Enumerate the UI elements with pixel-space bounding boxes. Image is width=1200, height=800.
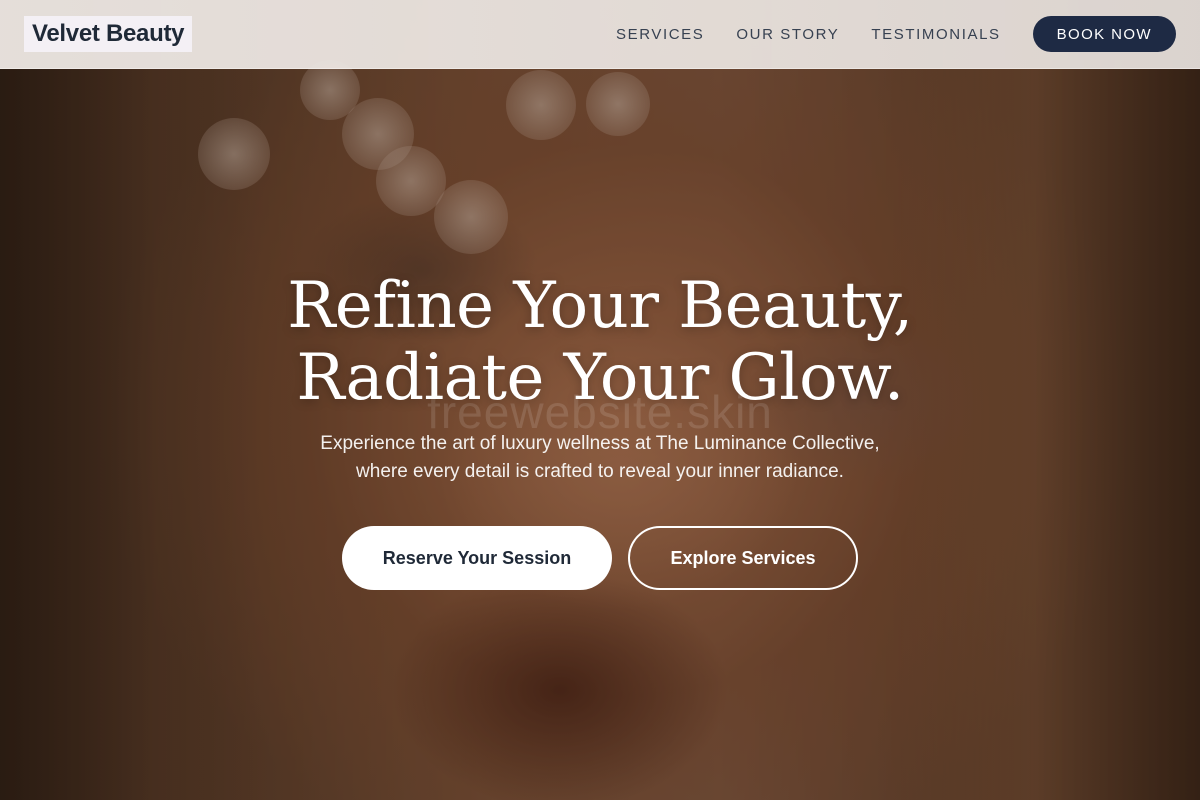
hero-headline-line-2: Radiate Your Glow. bbox=[296, 341, 904, 415]
nav-link-our-story[interactable]: OUR STORY bbox=[736, 26, 839, 43]
brand-logo[interactable]: Velvet Beauty bbox=[24, 16, 193, 52]
reserve-session-button[interactable]: Reserve Your Session bbox=[342, 526, 612, 590]
book-now-button[interactable]: BOOK NOW bbox=[1032, 16, 1176, 52]
hero-subtext-line-2: where every detail is crafted to reveal … bbox=[356, 461, 844, 482]
landing-page: freewebsite.skin Velvet Beauty SERVICES … bbox=[0, 0, 1200, 800]
hero-cta-row: Reserve Your Session Explore Services bbox=[0, 526, 1200, 590]
nav-link-testimonials[interactable]: TESTIMONIALS bbox=[871, 26, 1000, 43]
hero-headline-line-1: Refine Your Beauty, bbox=[287, 269, 913, 343]
main-nav: SERVICES OUR STORY TESTIMONIALS BOOK NOW bbox=[616, 0, 1176, 68]
hero-section: Refine Your Beauty, Radiate Your Glow. E… bbox=[0, 270, 1200, 590]
explore-services-button[interactable]: Explore Services bbox=[628, 526, 858, 590]
hero-subtext: Experience the art of luxury wellness at… bbox=[260, 430, 940, 486]
hero-headline: Refine Your Beauty, Radiate Your Glow. bbox=[0, 270, 1200, 414]
nav-link-services[interactable]: SERVICES bbox=[616, 26, 704, 43]
site-header: Velvet Beauty SERVICES OUR STORY TESTIMO… bbox=[0, 0, 1200, 69]
hero-subtext-line-1: Experience the art of luxury wellness at… bbox=[320, 433, 880, 454]
